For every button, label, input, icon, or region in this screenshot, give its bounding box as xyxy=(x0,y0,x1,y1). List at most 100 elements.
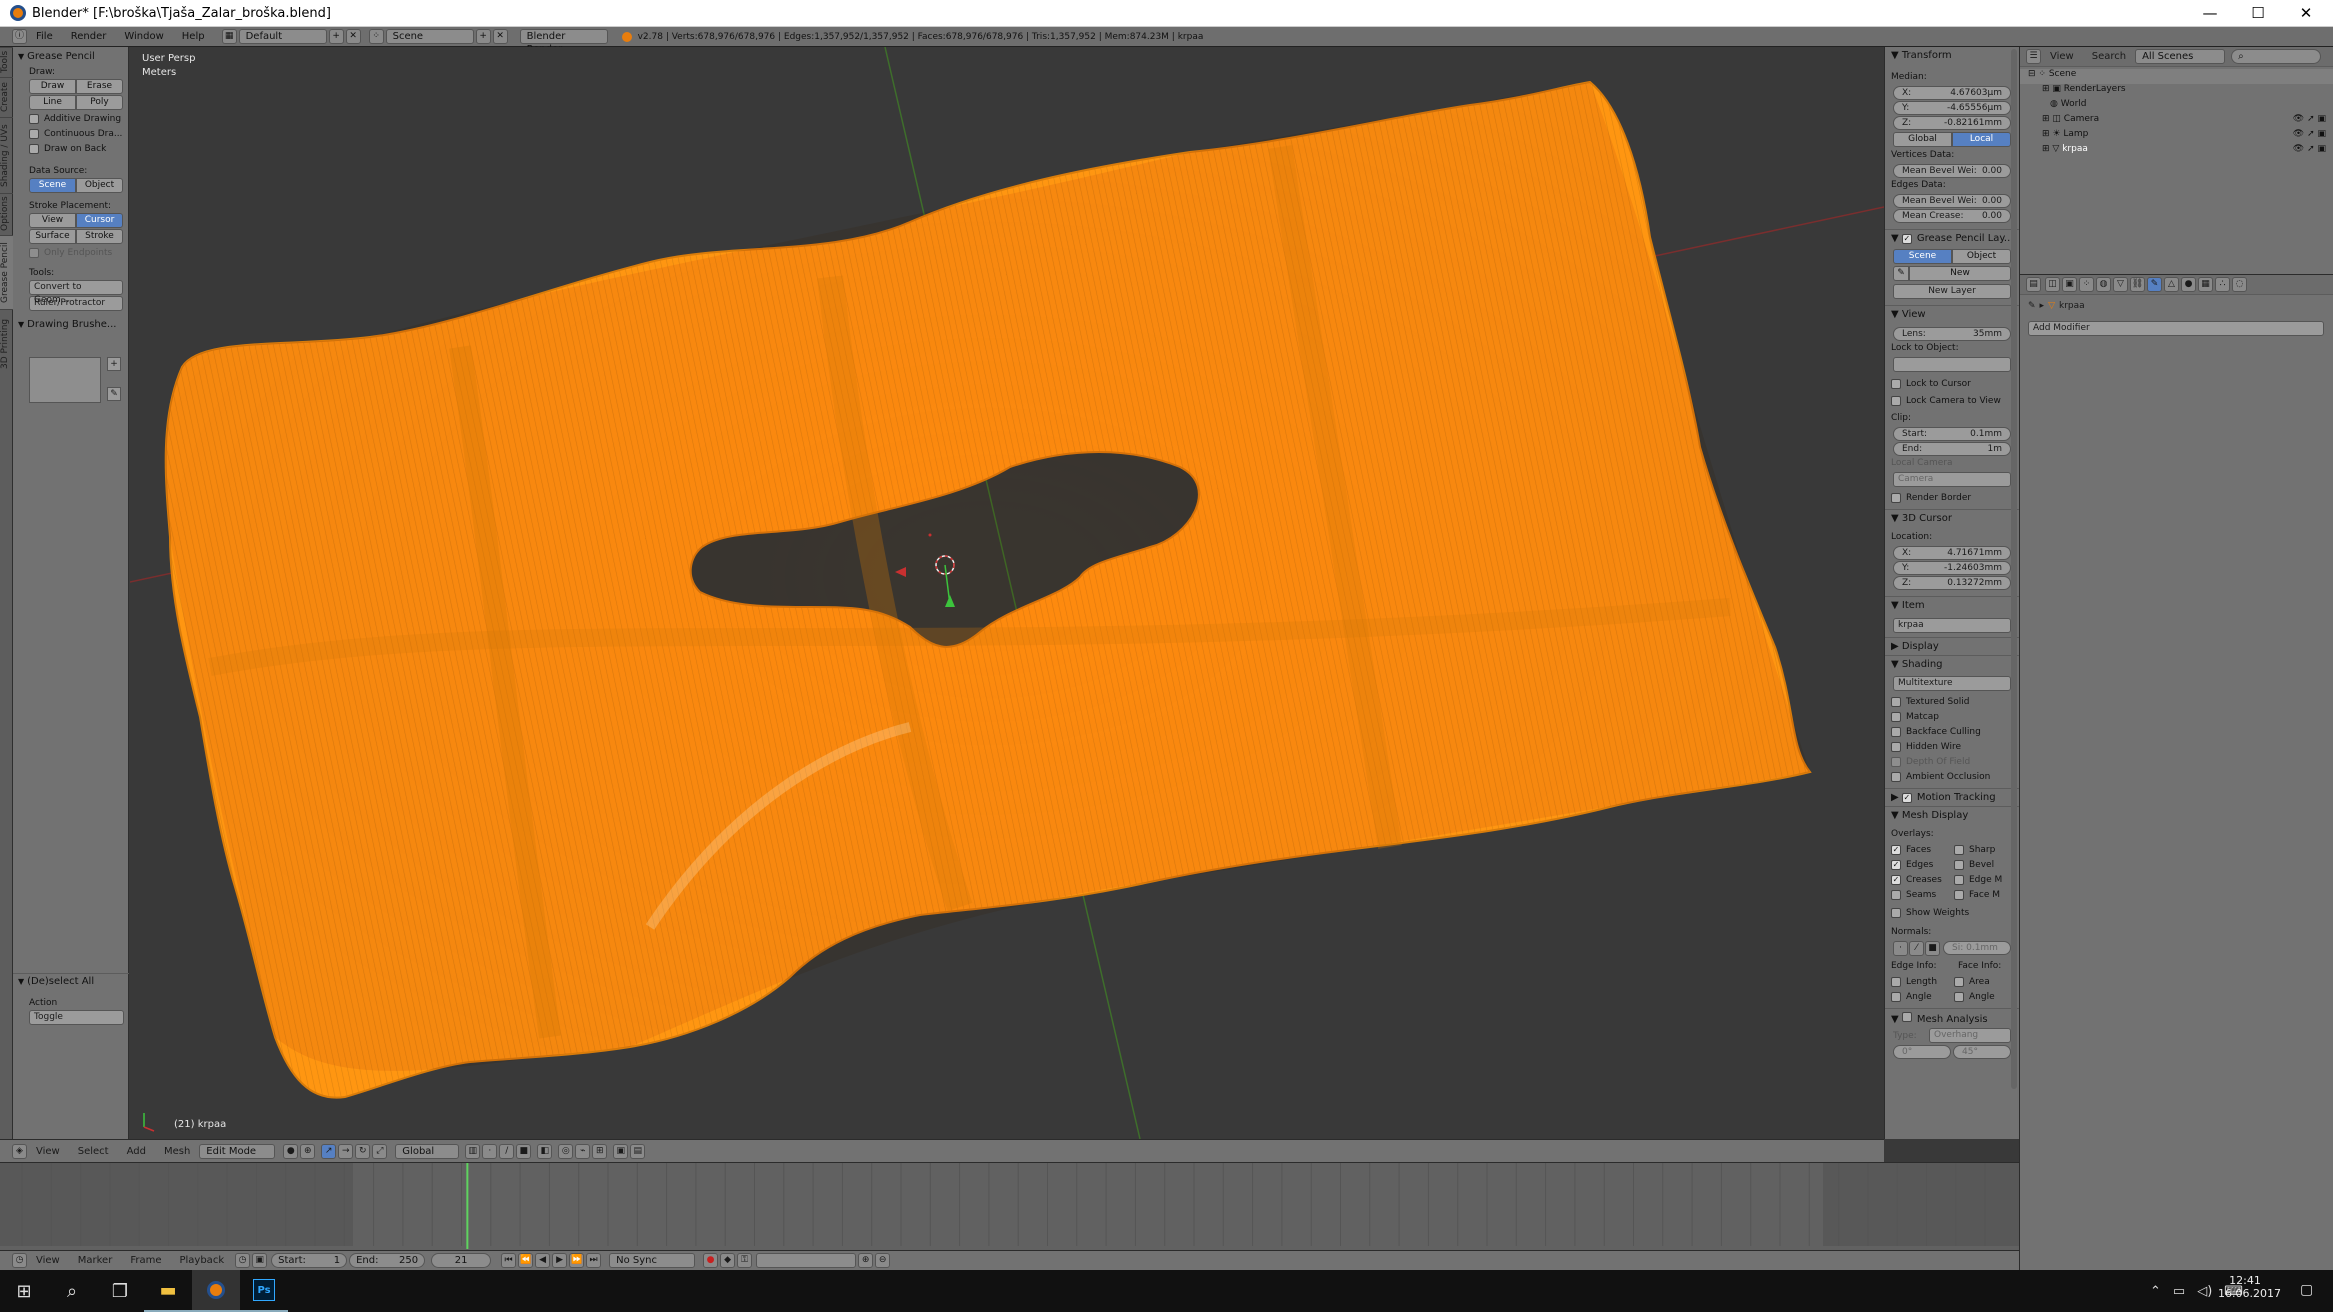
keyingset-icon[interactable]: ⚿ xyxy=(737,1253,753,1268)
texture-tab-icon[interactable]: ▦ xyxy=(2198,277,2213,292)
action-dropdown[interactable]: Toggle xyxy=(29,1010,124,1025)
overhang-min-field[interactable]: 0° xyxy=(1893,1045,1951,1059)
volume-icon[interactable]: ◁) xyxy=(2197,1284,2212,1299)
outliner-item-camera[interactable]: ⊞ ◫ Camera 👁 ➚ ▣ xyxy=(2020,114,2333,129)
draw-on-back-checkbox[interactable]: Draw on Back xyxy=(13,141,128,156)
mesh-display-panel-header[interactable]: ▼ Mesh Display xyxy=(1885,806,2019,824)
poly-button[interactable]: Poly xyxy=(76,95,123,110)
clock-time[interactable]: 12:41 xyxy=(2218,1274,2272,1287)
lock-object-field[interactable] xyxy=(1893,357,2011,372)
render-border-checkbox[interactable]: Render Border xyxy=(1885,490,2019,505)
outliner-view-menu[interactable]: View xyxy=(2041,51,2083,62)
mean-bevel-edge-field[interactable]: Mean Bevel Wei: 0.00 xyxy=(1893,194,2011,208)
3d-cursor-panel-header[interactable]: ▼ 3D Cursor xyxy=(1885,509,2019,527)
menu-add[interactable]: Add xyxy=(118,1146,155,1157)
mean-crease-field[interactable]: Mean Crease: 0.00 xyxy=(1893,209,2011,223)
translate-icon[interactable]: → xyxy=(338,1143,354,1159)
editor-type-3d-icon[interactable]: ◈ xyxy=(12,1143,27,1159)
constraints-tab-icon[interactable]: ⛓ xyxy=(2130,277,2145,292)
jump-end-icon[interactable]: ⏭ xyxy=(586,1253,602,1268)
line-button[interactable]: Line xyxy=(29,95,76,110)
task-view-icon[interactable]: ❐ xyxy=(96,1270,144,1312)
outliner-item-krpaa[interactable]: ⊞ ▽ krpaa 👁 ➚ ▣ xyxy=(2020,144,2333,159)
tab-options[interactable]: Options xyxy=(0,193,13,235)
orientation-dropdown[interactable]: Global xyxy=(395,1143,460,1159)
timeline[interactable]: -55-50-45-40-35-30-25-20-15-10-505101520… xyxy=(0,1162,2019,1260)
manipulator-icon[interactable]: ↗ xyxy=(321,1143,337,1159)
lock-range-icon[interactable]: ▣ xyxy=(252,1253,268,1268)
tab-grease-pencil[interactable]: Grease Pencil xyxy=(0,235,13,309)
occlude-icon[interactable]: ◧ xyxy=(537,1143,553,1159)
object-tab-icon[interactable]: ▽ xyxy=(2113,277,2128,292)
layers-icon[interactable]: ▥ xyxy=(465,1143,481,1159)
rotate-icon[interactable]: ↻ xyxy=(355,1143,371,1159)
editor-type-icon[interactable]: ⓘ xyxy=(12,29,27,44)
scene-icon[interactable]: ⁘ xyxy=(368,29,384,44)
draw-button[interactable]: Draw xyxy=(29,79,76,94)
blender-taskbar-icon[interactable] xyxy=(192,1270,240,1312)
network-icon[interactable]: ▭ xyxy=(2173,1284,2185,1299)
median-y-field[interactable]: Y: -4.65556μm xyxy=(1893,101,2011,115)
tab-tools[interactable]: Tools xyxy=(0,47,13,77)
preview-range-icon[interactable]: ◷ xyxy=(235,1253,251,1268)
outliner-item-world[interactable]: ◍ World xyxy=(2020,99,2333,114)
transform-panel-header[interactable]: ▼ Transform xyxy=(1885,47,2019,65)
start-frame-field[interactable]: Start: 1 xyxy=(271,1253,348,1268)
overhang-max-field[interactable]: 45° xyxy=(1953,1045,2011,1059)
remove-layout-icon[interactable]: ✕ xyxy=(345,29,361,44)
pivot-icon[interactable]: ⊕ xyxy=(300,1143,316,1159)
vertex-select-icon[interactable]: · xyxy=(482,1143,498,1159)
keying-icon[interactable]: ◆ xyxy=(720,1253,736,1268)
notifications-icon[interactable]: ▢ xyxy=(2300,1282,2313,1298)
placement-cursor-button[interactable]: Cursor xyxy=(76,213,123,228)
new-layer-button[interactable]: New Layer xyxy=(1893,284,2011,299)
prev-keyframe-icon[interactable]: ⏪ xyxy=(518,1253,534,1268)
tab-create[interactable]: Create xyxy=(0,77,13,117)
modifiers-tab-icon[interactable]: ✎ xyxy=(2147,277,2162,292)
outliner-item-lamp[interactable]: ⊞ ☀ Lamp 👁 ➚ ▣ xyxy=(2020,129,2333,144)
additive-drawing-checkbox[interactable]: Additive Drawing xyxy=(13,111,128,126)
face-normals-icon[interactable]: ■ xyxy=(1925,941,1940,956)
next-keyframe-icon[interactable]: ⏩ xyxy=(569,1253,585,1268)
median-z-field[interactable]: Z: -0.82161mm xyxy=(1893,116,2011,130)
gp-object-button[interactable]: Object xyxy=(1952,249,2011,264)
delete-key-icon[interactable]: ⊖ xyxy=(875,1253,891,1268)
creases-checkbox[interactable]: ✓ Creases xyxy=(1885,872,1952,887)
operator-panel-header[interactable]: ▼ (De)select All xyxy=(13,974,129,990)
cursor-x-field[interactable]: X: 4.71671mm xyxy=(1893,546,2011,560)
proportional-icon[interactable]: ◎ xyxy=(558,1143,574,1159)
gp-new-button[interactable]: New xyxy=(1909,266,2011,281)
3d-viewport[interactable]: User Persp Meters (21) krpaa xyxy=(130,47,1884,1139)
minimize-button[interactable]: — xyxy=(2186,0,2234,27)
mean-bevel-vertex-field[interactable]: Mean Bevel Wei: 0.00 xyxy=(1893,164,2011,178)
face-area-checkbox[interactable]: Area xyxy=(1952,974,2019,989)
median-x-field[interactable]: X: 4.67603μm xyxy=(1893,86,2011,100)
scale-icon[interactable]: ⤢ xyxy=(372,1143,388,1159)
search-icon[interactable]: ⌕ xyxy=(48,1270,96,1312)
lens-field[interactable]: Lens: 35mm xyxy=(1893,327,2011,341)
timeline-editor-icon[interactable]: ◷ xyxy=(12,1253,27,1268)
remove-scene-icon[interactable]: ✕ xyxy=(492,29,508,44)
lock-camera-checkbox[interactable]: Lock Camera to View xyxy=(1885,393,2019,408)
brush-settings-icon[interactable]: ✎ xyxy=(107,387,121,401)
menu-select[interactable]: Select xyxy=(69,1146,118,1157)
item-panel-header[interactable]: ▼ Item xyxy=(1885,596,2019,614)
local-camera-field[interactable]: Camera xyxy=(1893,472,2011,487)
camera-visibility-icon[interactable]: 👁 ➚ ▣ xyxy=(2293,114,2326,124)
opengl-render-icon[interactable]: ▤ xyxy=(630,1143,646,1159)
global-button[interactable]: Global xyxy=(1893,132,1952,147)
outliner-editor-icon[interactable]: ☰ xyxy=(2026,49,2041,64)
render-engine-dropdown[interactable]: Blender Render xyxy=(519,29,608,55)
data-source-object-button[interactable]: Object xyxy=(76,178,123,193)
mode-dropdown[interactable]: Edit Mode xyxy=(199,1143,276,1159)
grease-pencil-panel-header[interactable]: ▼ Grease Pencil xyxy=(13,49,128,65)
close-button[interactable]: ✕ xyxy=(2282,0,2330,27)
krpaa-visibility-icon[interactable]: 👁 ➚ ▣ xyxy=(2293,144,2326,154)
render-layers-tab-icon[interactable]: ▣ xyxy=(2062,277,2077,292)
clip-end-field[interactable]: End: 1m xyxy=(1893,442,2011,456)
current-frame-field[interactable]: 21 xyxy=(431,1253,492,1268)
menu-mesh[interactable]: Mesh xyxy=(155,1146,199,1157)
add-brush-icon[interactable]: + xyxy=(107,357,121,371)
gp-scene-button[interactable]: Scene xyxy=(1893,249,1952,264)
show-weights-checkbox[interactable]: Show Weights xyxy=(1885,905,2019,920)
